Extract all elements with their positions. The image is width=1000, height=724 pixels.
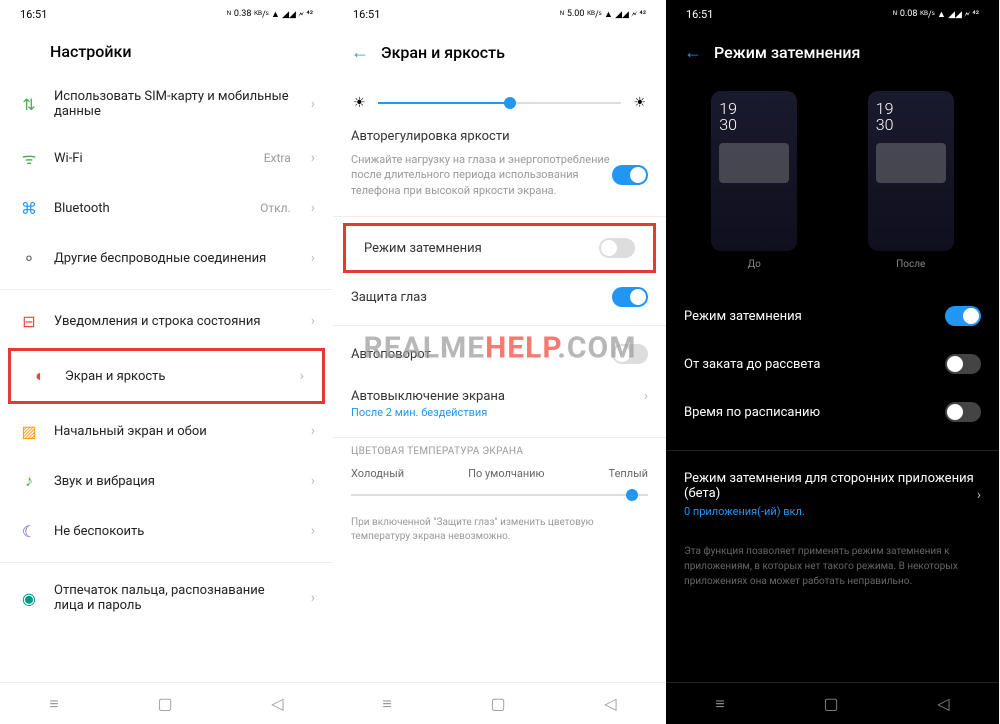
settings-item[interactable]: ⇅Использовать SIM-карту и мобильные данн… [0, 75, 333, 133]
status-time: 16:51 [20, 8, 47, 21]
chevron-right-icon: › [311, 423, 315, 439]
chevron-right-icon: › [311, 150, 315, 166]
item-icon: ⌘ [18, 197, 40, 219]
autobrightness-desc: Снижайте нагрузку на глаза и энергопотре… [351, 152, 612, 198]
darkmode-toggle[interactable] [945, 306, 981, 326]
chevron-right-icon: › [644, 388, 648, 404]
statusbar: 16:51 ᴺ 0.08 ᴷᴮ/ˢ ▲ ◢◢ 🗲 ⁴² [666, 0, 999, 28]
autobrightness-toggle[interactable] [612, 165, 648, 185]
back-icon[interactable]: ← [351, 42, 369, 63]
preview-before: 1930 До [711, 91, 797, 270]
eyecare-row[interactable]: Защита глаз [333, 275, 666, 319]
nav-menu-icon[interactable]: ≡ [715, 694, 724, 714]
settings-item[interactable]: ◐Экран и яркость› [11, 351, 322, 401]
settings-item[interactable]: ⌘BluetoothОткл.› [0, 183, 333, 233]
autooff-row[interactable]: Автовыключение экрана › [333, 376, 666, 406]
item-icon: ◐ [29, 365, 51, 387]
navbar: ≡ ▢ ◁ [666, 682, 999, 724]
autooff-sub: После 2 мин. бездействия [333, 406, 666, 431]
item-icon: ☾ [18, 520, 40, 542]
schedule-toggle[interactable] [945, 402, 981, 422]
schedule-row[interactable]: Время по расписанию [666, 388, 999, 436]
nav-back-icon[interactable]: ◁ [271, 694, 283, 713]
chevron-right-icon: › [311, 200, 315, 216]
colortemp-slider[interactable] [351, 494, 648, 496]
page-title: Режим затемнения [714, 43, 860, 62]
page-title: Настройки [50, 42, 131, 61]
header: ← Режим затемнения [666, 28, 999, 77]
preview-row: 1930 До 1930 После [666, 77, 999, 284]
nav-menu-icon[interactable]: ≡ [382, 694, 391, 714]
item-icon: ⊟ [18, 310, 40, 332]
page-title: Экран и яркость [381, 43, 505, 62]
navbar: ≡ ▢ ◁ [333, 682, 666, 724]
item-icon: ▨ [18, 420, 40, 442]
item-icon: ◉ [18, 587, 40, 609]
chevron-right-icon: › [311, 523, 315, 539]
screen-settings: 16:51 ᴺ 0.38 ᴷᴮ/ˢ ▲ ◢◢ 🗲 ⁴² Настройки ⇅И… [0, 0, 333, 724]
chevron-right-icon: › [300, 368, 304, 384]
settings-item[interactable]: ⊟Уведомления и строка состояния› [0, 296, 333, 346]
eyecare-toggle[interactable] [612, 287, 648, 307]
preview-after: 1930 После [868, 91, 954, 270]
watermark: REALMEHELP.COM [364, 330, 637, 365]
autobrightness-title: Авторегулировка яркости [333, 129, 666, 148]
chevron-right-icon: › [311, 313, 315, 329]
status-indicators: ᴺ 5.00 ᴷᴮ/ˢ ▲ ◢◢ 🗲 ⁴² [560, 9, 646, 20]
settings-item[interactable]: ᯤWi-FiExtra› [0, 133, 333, 183]
nav-back-icon[interactable]: ◁ [604, 694, 616, 713]
colortemp-labels: ХолодныйПо умолчаниюТеплый [333, 459, 666, 488]
settings-item[interactable]: ♪Звук и вибрация› [0, 456, 333, 506]
navbar: ≡ ▢ ◁ [0, 682, 333, 724]
nav-home-icon[interactable]: ▢ [157, 694, 172, 713]
nav-home-icon[interactable]: ▢ [490, 694, 505, 713]
header: Настройки [0, 28, 333, 75]
nav-menu-icon[interactable]: ≡ [49, 694, 58, 714]
back-icon[interactable]: ← [684, 42, 702, 63]
statusbar: 16:51 ᴺ 0.38 ᴷᴮ/ˢ ▲ ◢◢ 🗲 ⁴² [0, 0, 333, 28]
settings-item[interactable]: ▨Начальный экран и обои› [0, 406, 333, 456]
chevron-right-icon: › [311, 473, 315, 489]
status-indicators: ᴺ 0.08 ᴷᴮ/ˢ ▲ ◢◢ 🗲 ⁴² [893, 9, 979, 20]
item-icon: ᯤ [18, 147, 40, 169]
chevron-right-icon: › [977, 487, 981, 503]
settings-item[interactable]: ☾Не беспокоить› [0, 506, 333, 556]
chevron-right-icon: › [311, 590, 315, 606]
thirdparty-note: Эта функция позволяет применять режим за… [666, 532, 999, 601]
thirdparty-row[interactable]: Режим затемнения для сторонних приложени… [666, 457, 999, 532]
nav-home-icon[interactable]: ▢ [823, 694, 838, 713]
colortemp-caption: ЦВЕТОВАЯ ТЕМПЕРАТУРА ЭКРАНА [333, 444, 666, 459]
brightness-high-icon: ☀ [633, 95, 646, 111]
screen-darkmode: 16:51 ᴺ 0.08 ᴷᴮ/ˢ ▲ ◢◢ 🗲 ⁴² ← Режим зате… [666, 0, 999, 724]
header: ← Экран и яркость [333, 28, 666, 77]
brightness-low-icon: ☀ [353, 95, 366, 111]
darkmode-row[interactable]: Режим затемнения [666, 292, 999, 340]
chevron-right-icon: › [311, 250, 315, 266]
settings-item[interactable]: ⚬Другие беспроводные соединения› [0, 233, 333, 283]
item-icon: ⚬ [18, 247, 40, 269]
item-icon: ⇅ [18, 93, 40, 115]
nav-back-icon[interactable]: ◁ [937, 694, 949, 713]
settings-item[interactable]: ◉Отпечаток пальца, распознавание лица и … [0, 569, 333, 627]
darkmode-row[interactable]: Режим затемнения [346, 226, 653, 270]
status-indicators: ᴺ 0.38 ᴷᴮ/ˢ ▲ ◢◢ 🗲 ⁴² [227, 9, 313, 20]
statusbar: 16:51 ᴺ 5.00 ᴷᴮ/ˢ ▲ ◢◢ 🗲 ⁴² [333, 0, 666, 28]
status-time: 16:51 [686, 8, 713, 21]
item-icon: ♪ [18, 470, 40, 492]
status-time: 16:51 [353, 8, 380, 21]
footer-note: При включенной "Защите глаз" изменить цв… [333, 502, 666, 558]
brightness-slider[interactable]: ☀ ☀ [333, 77, 666, 129]
sunset-row[interactable]: От заката до рассвета [666, 340, 999, 388]
darkmode-toggle[interactable] [599, 238, 635, 258]
chevron-right-icon: › [311, 96, 315, 112]
sunset-toggle[interactable] [945, 354, 981, 374]
